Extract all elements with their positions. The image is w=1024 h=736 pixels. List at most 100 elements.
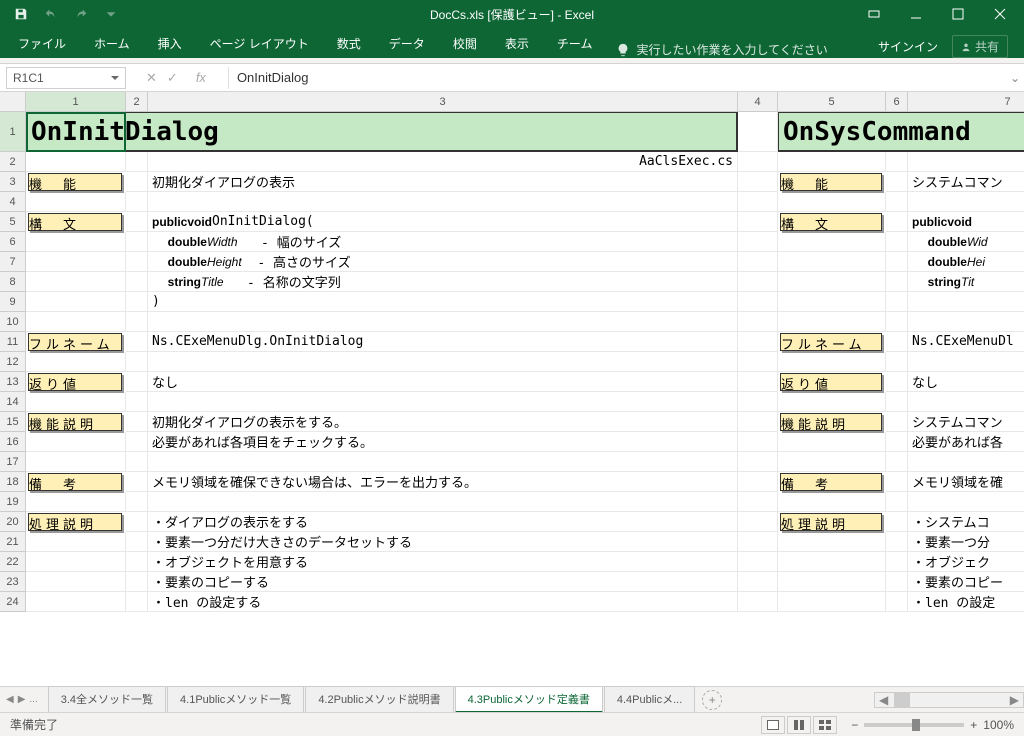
tab-formulas[interactable]: 数式 [323,29,375,58]
cell[interactable] [126,312,148,332]
cell[interactable] [126,212,148,232]
sheet-tab[interactable]: 4.4Publicメ... [604,686,695,713]
cell[interactable] [886,572,908,592]
cell[interactable] [26,352,126,372]
sheet-tab[interactable]: 4.2Publicメソッド説明書 [305,686,453,713]
cell[interactable] [778,572,886,592]
cell[interactable] [778,532,886,552]
formula-input[interactable]: OnInitDialog [229,70,1006,85]
cell[interactable] [778,272,886,292]
row-header[interactable]: 7 [0,252,26,272]
content-cell[interactable]: ・len の設定する [148,592,738,612]
zoom-thumb[interactable] [912,719,920,731]
row-header[interactable]: 1 [0,112,26,152]
tab-view[interactable]: 表示 [491,29,543,58]
row-header[interactable]: 11 [0,332,26,352]
cell[interactable] [738,572,778,592]
cell[interactable] [126,532,148,552]
redo-icon[interactable] [70,3,92,25]
cell[interactable] [778,392,886,412]
tab-layout[interactable]: ページ レイアウト [196,29,323,58]
content-cell[interactable] [148,312,738,332]
tab-file[interactable]: ファイル [4,29,80,58]
scroll-right-icon[interactable]: ▶ [1006,693,1023,707]
content-cell[interactable]: ・len の設定 [908,592,1024,612]
content-cell[interactable] [148,352,738,372]
sheet-next-icon[interactable]: ▶ [18,694,26,705]
content-cell[interactable] [908,352,1024,372]
cell[interactable] [886,392,908,412]
enter-icon[interactable]: ✓ [167,70,178,86]
name-box[interactable]: R1C1 [6,67,126,89]
cell[interactable] [778,312,886,332]
signin-link[interactable]: サインイン [878,38,938,55]
cell[interactable] [778,252,886,272]
minimize-icon[interactable] [896,0,936,28]
zoom-in-icon[interactable]: + [970,718,977,732]
cell[interactable] [778,232,886,252]
cell[interactable] [886,552,908,572]
select-all-corner[interactable] [0,92,26,112]
content-cell[interactable]: 必要があれば各項目をチェックする。 [148,432,738,452]
cell[interactable] [26,232,126,252]
content-cell[interactable]: public void [908,212,1024,232]
cell[interactable] [886,452,908,472]
cell[interactable] [886,312,908,332]
row-header[interactable]: 21 [0,532,26,552]
sheet-nav[interactable]: ◀ ▶ ... [6,694,48,705]
cell[interactable] [886,192,908,212]
column-header[interactable]: 3 [148,92,738,112]
cancel-icon[interactable]: ✕ [146,70,157,86]
cell[interactable] [738,252,778,272]
formula-expand-icon[interactable]: ⌄ [1006,71,1024,85]
maximize-icon[interactable] [938,0,978,28]
cell[interactable] [778,552,886,572]
cell[interactable] [778,152,886,172]
cell[interactable] [126,572,148,592]
content-cell[interactable] [908,452,1024,472]
cell[interactable] [886,472,908,492]
sheet-tab[interactable]: 4.1Publicメソッド一覧 [167,686,304,713]
column-header[interactable]: 6 [886,92,908,112]
cell[interactable] [126,552,148,572]
cell[interactable] [738,432,778,452]
content-cell[interactable]: ・要素一つ分だけ大きさのデータセットする [148,532,738,552]
cell[interactable] [26,392,126,412]
cell[interactable] [886,152,908,172]
cell[interactable] [778,452,886,472]
cell[interactable] [738,312,778,332]
content-cell[interactable]: ・システムコ [908,512,1024,532]
row-header[interactable]: 2 [0,152,26,172]
add-sheet-button[interactable]: + [702,690,722,710]
cell[interactable] [738,232,778,252]
cell[interactable] [886,532,908,552]
cell[interactable] [126,392,148,412]
cell[interactable] [26,592,126,612]
content-cell[interactable]: string Tit [908,272,1024,292]
page-break-view-icon[interactable] [813,716,837,734]
tab-team[interactable]: チーム [543,29,607,58]
cell[interactable] [126,272,148,292]
cell[interactable] [126,292,148,312]
cell[interactable] [26,532,126,552]
column-header[interactable]: 4 [738,92,778,112]
cell[interactable] [26,432,126,452]
cell[interactable] [738,332,778,352]
tab-home[interactable]: ホーム [80,29,144,58]
cell[interactable] [126,452,148,472]
content-cell[interactable] [148,492,738,512]
column-header[interactable]: 1 [26,92,126,112]
cell[interactable] [126,172,148,192]
share-button[interactable]: 共有 [952,35,1008,58]
cell[interactable] [126,492,148,512]
zoom-out-icon[interactable]: − [851,718,858,732]
scroll-left-icon[interactable]: ◀ [875,693,892,707]
sheet-prev-icon[interactable]: ◀ [6,694,14,705]
row-header[interactable]: 9 [0,292,26,312]
row-header[interactable]: 18 [0,472,26,492]
save-icon[interactable] [10,3,32,25]
sheet-more[interactable]: ... [29,694,37,705]
content-cell[interactable]: ・ダイアログの表示をする [148,512,738,532]
cell[interactable] [126,152,148,172]
cell[interactable] [126,352,148,372]
